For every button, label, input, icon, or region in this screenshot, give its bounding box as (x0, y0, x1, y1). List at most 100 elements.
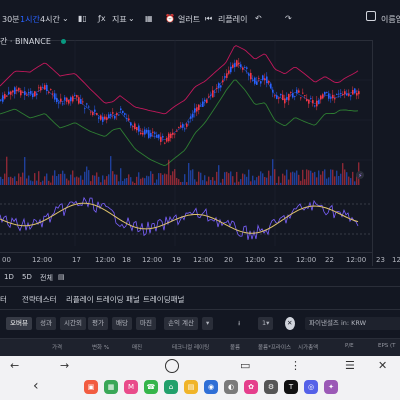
candle-body (6, 95, 8, 97)
column-header[interactable]: P/E (345, 343, 354, 349)
app-icon[interactable]: T (284, 380, 298, 394)
app-icon[interactable]: ◎ (304, 380, 318, 394)
app-icon[interactable]: ☎ (144, 380, 158, 394)
candle-body (270, 83, 272, 89)
candle-body (146, 129, 148, 133)
candles-icon[interactable]: ▮▯ (78, 14, 87, 23)
column-header[interactable]: 변화 % (92, 343, 109, 351)
row-count-select[interactable]: 1▾ (258, 317, 274, 330)
more-chevron-icon[interactable]: ▾ (202, 317, 214, 330)
replay-button[interactable]: 리플레이 (218, 14, 247, 25)
toolbar-icon[interactable]: ☰ (345, 359, 355, 372)
column-header[interactable]: EPS (T (378, 343, 396, 349)
chevron-down-icon[interactable]: ⌄ (128, 14, 135, 23)
interval-30m[interactable]: 30분 (2, 14, 20, 25)
volume-bar (108, 174, 110, 185)
column-header[interactable]: 테크니컬 레이팅 (172, 343, 209, 351)
candle-body (330, 97, 332, 99)
home-circle-icon[interactable] (165, 359, 179, 373)
volume-bar (176, 177, 178, 185)
volume-bar (134, 182, 136, 185)
filter-overview[interactable]: 오버뷰 (6, 317, 32, 330)
interval-4h[interactable]: 4시간 (40, 14, 60, 25)
oscillator-panel[interactable] (0, 192, 372, 247)
volume-bar (102, 175, 104, 185)
candle-body (206, 99, 208, 103)
alert-button[interactable]: 얼러트 (178, 14, 200, 25)
candle-body (116, 113, 118, 116)
app-icon[interactable]: ◐ (224, 380, 238, 394)
fullscreen-icon[interactable] (366, 11, 376, 21)
app-icon[interactable]: ✦ (324, 380, 338, 394)
app-icon[interactable]: ◉ (204, 380, 218, 394)
currency-icon[interactable]: ✕ (285, 317, 295, 330)
app-icon[interactable]: M (124, 380, 138, 394)
interval-1h[interactable]: 1시간 (20, 14, 40, 25)
volume-bar (204, 175, 206, 185)
column-header[interactable]: 시가총액 (298, 343, 318, 351)
app-icon[interactable]: ▤ (184, 380, 198, 394)
volume-bar (220, 182, 222, 185)
tab-screener[interactable]: 터 (0, 294, 7, 305)
app-icon[interactable]: ▦ (104, 380, 118, 394)
candle-body (42, 87, 44, 89)
app-icon[interactable]: ✿ (244, 380, 258, 394)
chevron-down-icon[interactable]: ⌄ (62, 14, 69, 23)
back-arrow-icon[interactable]: ← (10, 359, 19, 372)
bollinger-lower-band (0, 79, 359, 166)
alert-clock-icon[interactable]: ⏰ (165, 14, 175, 23)
filter-dividends[interactable]: 배당 (112, 317, 132, 330)
time-tick: 18 (122, 256, 131, 264)
filter-performance[interactable]: 성과 (36, 317, 56, 330)
redo-icon[interactable]: ↷ (285, 14, 292, 23)
volume-bar (6, 156, 8, 185)
filter-extended-hours[interactable]: 시간외 (60, 317, 86, 330)
range-1d[interactable]: 1D (4, 273, 14, 281)
range-5d[interactable]: 5D (22, 273, 32, 281)
menu-icon[interactable]: ⋮ (290, 359, 301, 372)
app-icon[interactable]: ▣ (84, 380, 98, 394)
back-chevron-icon[interactable]: ‹ (33, 378, 39, 394)
column-header[interactable]: 매진 (132, 343, 142, 351)
time-tick: 12:00 (296, 256, 317, 264)
financials-currency[interactable]: 파이낸셜즈 in: KRW (305, 317, 400, 330)
undo-icon[interactable]: ↶ (255, 14, 262, 23)
forward-arrow-icon[interactable]: → (60, 359, 69, 372)
volume-bar (242, 173, 244, 185)
volume-bar (60, 173, 62, 185)
volume-bar (2, 179, 4, 185)
volume-bar (36, 180, 38, 185)
filter-margins[interactable]: 마진 (136, 317, 156, 330)
tab-trading-panel[interactable]: 트레이딩패널 (143, 294, 184, 305)
candle-body (38, 87, 40, 89)
candle-body (92, 112, 94, 116)
filter-valuation[interactable]: 평가 (88, 317, 108, 330)
volume-bar (88, 170, 90, 185)
tab-replay-trading-panel[interactable]: 리플레이 트레이딩 패널 (66, 294, 140, 305)
tabs-icon[interactable]: ▭ (240, 359, 250, 372)
replay-icon[interactable]: ⏮ (205, 14, 212, 24)
candle-body (286, 97, 288, 100)
indicators-icon[interactable]: ƒx (98, 14, 106, 23)
candle-body (10, 91, 12, 95)
app-icon[interactable]: ⚙ (264, 380, 278, 394)
app-icon[interactable]: ⌂ (164, 380, 178, 394)
price-scale[interactable] (372, 40, 400, 266)
indicators-button[interactable]: 지표 (112, 14, 127, 25)
column-header[interactable]: 가격 (52, 343, 62, 351)
time-tick: 12:00 (346, 256, 367, 264)
download-icon[interactable]: ⭳ (234, 317, 244, 330)
close-icon[interactable]: ✕ (378, 359, 387, 372)
username-label[interactable]: 이름업 (381, 14, 400, 25)
range-all[interactable]: 전체 (40, 273, 53, 283)
volume-bar (284, 175, 286, 185)
column-header[interactable]: 볼륨 (230, 343, 240, 351)
tab-strategy-tester[interactable]: 전략테스터 (22, 294, 57, 305)
candle-body (172, 132, 174, 135)
calendar-icon[interactable]: ▤ (58, 273, 65, 281)
candle-body (126, 118, 128, 119)
column-header[interactable]: 볼륨*프라이스 (258, 343, 291, 351)
layout-grid-icon[interactable]: ▦ (145, 14, 153, 23)
time-axis[interactable]: 00 12:00 17 12:00 18 12:00 19 12:00 20 1… (0, 252, 400, 267)
filter-income[interactable]: 손익 계산 (164, 317, 198, 330)
